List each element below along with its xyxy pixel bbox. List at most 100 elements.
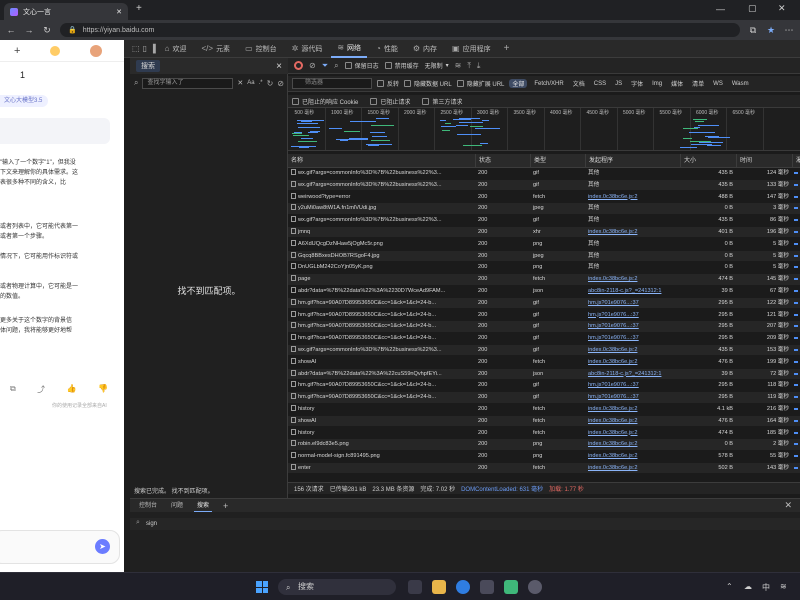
table-row[interactable]: jmnq 200 xhr index.0c38bc6e.js:2 401 B 196 毫秒 [288,227,800,238]
devtools-tab-console[interactable]: ▭ 控制台 [239,40,283,58]
share-icon[interactable]: ⤴ [37,384,45,395]
type-filter-doc[interactable]: 文档 [571,79,587,88]
menu-more-icon[interactable]: ⋯ [784,25,794,36]
blocked-requests-checkbox[interactable]: 已阻止请求 [370,97,410,106]
cell-initiator[interactable]: hm.js?01e9076...:37 [585,310,680,320]
taskbar-search[interactable]: 搜索 [278,579,396,595]
col-time[interactable]: 时间 [736,154,792,168]
close-tab-icon[interactable]: ✕ [116,8,122,16]
table-row[interactable]: showAI 200 fetch index.0c38bc6e.js:2 476 B 19… [288,357,800,367]
user-avatar[interactable] [90,44,103,57]
devtools-tab-sources[interactable]: ✲ 源代码 [286,40,329,58]
devtools-tab-memory[interactable]: ⚙ 内存 [407,40,443,58]
thumbs-up-icon[interactable]: 👍 [67,384,77,395]
table-row[interactable]: hm.gif?hca=90A07D89953650C&cc=1&ck=1&cl=… [288,380,800,390]
sidebar-toggle-icon[interactable]: ▐ [150,44,156,53]
close-search-icon[interactable]: × [276,61,282,72]
cell-initiator[interactable]: index.0c38bc6e.js:2 [585,428,680,438]
new-chat-plus[interactable]: + [14,45,20,57]
table-row[interactable]: history 200 fetch index.0c38bc6e.js:2 4.1 kB… [288,404,800,414]
cell-initiator[interactable]: hm.js?01e9076...:37 [585,321,680,331]
drawer-tab-search[interactable]: 搜索 [194,499,213,513]
table-row[interactable]: wx.gif?args=commonInfo%3D%7B%22business%… [288,215,800,225]
cell-initiator[interactable]: hm.js?01e9076...:37 [585,380,680,390]
copy-icon[interactable]: ⧉ [10,384,16,395]
app-icon[interactable] [528,580,542,594]
wifi-tray-icon[interactable]: ≋ [780,582,787,591]
network-overview-timeline[interactable]: 500 毫秒 1000 毫秒 1500 毫秒 2000 毫秒 2500 毫秒 3000 毫… [288,107,800,151]
col-status[interactable]: 状态 [475,154,530,168]
cell-initiator[interactable]: 其他 [585,262,680,272]
regex-toggle[interactable]: .* [259,80,263,86]
new-tab-button[interactable]: + [136,3,142,14]
back-icon[interactable]: ← [6,25,16,35]
ime-indicator[interactable]: 中 [762,582,770,593]
reload-icon[interactable]: ↻ [42,25,52,36]
blocked-cookies-checkbox[interactable]: 已阻止的响应 Cookie [292,97,358,106]
table-row[interactable]: DnUGLbM242CoYjn05yK.png 200 png 其他 0 B 5 毫秒 [288,262,800,272]
wifi-settings-icon[interactable]: ≋ [455,61,462,70]
table-row[interactable]: hm.gif?hca=90A07D89953650C&cc=1&ck=1&cl=… [288,321,800,332]
clear-log-icon[interactable]: ⊘ [309,61,316,70]
cell-initiator[interactable]: hm.js?01e9076...:37 [585,392,680,402]
cell-initiator[interactable]: index.0c38bc6e.js:2 [585,439,680,449]
search-input[interactable]: 查找字输入了 [142,77,234,89]
table-row[interactable]: Gqcq8BBxesDHOB7RSgoF4.jpg 200 jpeg 其他 0 B 5 毫… [288,250,800,261]
table-row[interactable]: y2uMi0aw8tW1A.fn1mlVUdi.jpg 200 jpeg 其他 0 B 3… [288,203,800,214]
cell-initiator[interactable]: 其他 [585,203,680,213]
type-filter-wasm[interactable]: Wasm [730,81,751,87]
cell-initiator[interactable]: hm.js?01e9076...:37 [585,298,680,308]
browser-tab[interactable]: 文心一言 ✕ [4,3,128,20]
type-filter-media[interactable]: 媒体 [669,79,685,88]
type-filter-all[interactable]: 全部 [509,79,528,88]
filter-input[interactable]: 筛选器 [292,78,372,89]
table-row[interactable]: abdr?data=%7B%22data%22%3A%2230D7WceAd9F… [288,286,800,296]
edge-browser-icon[interactable] [456,580,470,594]
terminal-icon[interactable] [504,580,518,594]
devtools-tab-welcome[interactable]: ⌂ 欢迎 [159,40,193,58]
clear-search-icon[interactable]: ✕ [237,79,243,87]
cell-initiator[interactable]: abc8in-2118-c.js?_=241312:1 [585,286,680,296]
record-icon[interactable] [294,61,303,70]
inspect-icon[interactable]: ⬚ [132,44,140,53]
table-row[interactable]: hm.gif?hca=90A07D89953650C&cc=1&ck=1&cl=… [288,392,800,403]
url-field[interactable]: 🔒 https://yiyan.baidu.com [60,23,740,37]
type-filter-fetch[interactable]: Fetch/XHR [532,81,565,87]
close-window-icon[interactable]: ✕ [778,3,786,14]
favorite-star-icon[interactable]: ★ [766,25,776,36]
table-row[interactable]: weirwood?type=error 200 fetch index.0c38bc6… [288,192,800,202]
table-row[interactable]: hm.gif?hca=90A07D89953650C&cc=1&ck=1&cl=… [288,297,800,309]
file-explorer-icon[interactable] [432,580,446,594]
match-case-toggle[interactable]: Aa [247,80,254,86]
cell-initiator[interactable]: 其他 [585,168,680,178]
avatar-icon[interactable] [50,45,61,56]
type-filter-ws[interactable]: WS [711,81,725,87]
search-network-icon[interactable]: ⌕ [334,61,338,71]
col-type[interactable]: 类型 [530,154,585,168]
store-icon[interactable] [480,580,494,594]
download-har-icon[interactable]: ⤓ [477,61,481,71]
filter-icon[interactable]: ⏷ [322,61,328,71]
drawer-query-input[interactable]: sign [130,518,800,530]
type-filter-manifest[interactable]: 清单 [690,79,706,88]
table-row[interactable]: page 200 fetch index.0c38bc6e.js:2 474 B 145 … [288,274,800,285]
minimize-window-icon[interactable]: — [716,4,725,14]
cell-initiator[interactable]: 其他 [585,180,680,190]
col-size[interactable]: 大小 [680,154,736,168]
cell-initiator[interactable]: index.0c38bc6e.js:2 [585,345,680,355]
drawer-tab-console[interactable]: 控制台 [136,499,160,513]
hide-ext-url-checkbox[interactable]: 隐藏扩展 URL [456,79,504,88]
table-row[interactable]: enter 200 fetch index.0c38bc6e.js:2 502 B 143… [288,463,800,474]
maximize-window-icon[interactable]: ▢ [748,3,757,14]
cell-initiator[interactable]: index.0c38bc6e.js:2 [585,463,680,473]
col-name[interactable]: 名称 [288,154,475,168]
col-waterfall[interactable]: 瀑布 [792,154,800,168]
extensions-icon[interactable]: ⧉ [748,25,758,36]
model-badge[interactable]: 文心大模型3.5 [0,95,49,107]
cell-initiator[interactable]: index.0c38bc6e.js:2 [585,404,680,414]
type-filter-css[interactable]: CSS [592,81,608,87]
throttling-select[interactable]: 无限制 ▾ [425,61,449,70]
cell-initiator[interactable]: hm.js?01e9076...:37 [585,333,680,343]
preserve-log-checkbox[interactable]: 保留日志 [344,61,379,70]
cell-initiator[interactable]: index.0c38bc6e.js:2 [585,451,680,461]
